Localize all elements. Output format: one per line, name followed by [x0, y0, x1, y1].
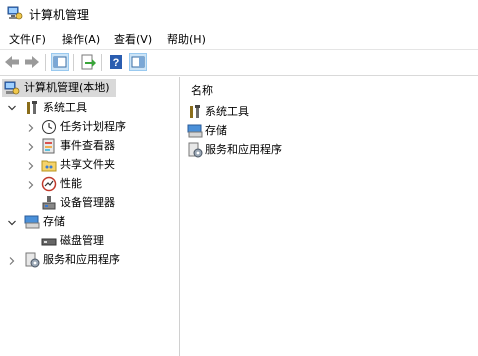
tree-item-label: 任务计划程序 — [60, 120, 126, 133]
tree-item-label: 共享文件夹 — [60, 158, 115, 171]
tree-item-shared-folders[interactable]: 共享文件夹 — [40, 156, 170, 174]
clock-icon — [41, 119, 57, 135]
tree-item-computer-management-local[interactable]: 计算机管理(本地) — [2, 79, 116, 97]
tree-item-services-apps[interactable]: 服务和应用程序 — [22, 251, 152, 269]
list-item-services-apps[interactable]: 服务和应用程序 — [187, 141, 327, 159]
chevron-right-icon[interactable] — [26, 180, 36, 190]
computer-management-icon — [7, 5, 23, 21]
tree-item-label: 服务和应用程序 — [43, 253, 120, 266]
toolbar-separator — [101, 54, 102, 71]
svg-text:?: ? — [113, 57, 120, 69]
chevron-down-icon[interactable] — [7, 218, 17, 228]
tree-item-label: 系统工具 — [43, 101, 87, 114]
chevron-right-icon[interactable] — [26, 161, 36, 171]
toolbar-separator — [45, 54, 46, 71]
chevron-down-icon[interactable] — [7, 103, 17, 113]
tree-item-task-scheduler[interactable]: 任务计划程序 — [40, 118, 170, 136]
help-icon[interactable]: ? — [107, 53, 125, 71]
services-icon — [187, 142, 203, 158]
tree-item-label: 事件查看器 — [60, 139, 115, 152]
export-list-icon[interactable] — [79, 53, 97, 71]
tree-item-storage[interactable]: 存储 — [22, 213, 142, 231]
title-bar: 计算机管理 — [0, 0, 478, 26]
list-item-storage[interactable]: 存储 — [187, 122, 307, 140]
tree-item-system-tools[interactable]: 系统工具 — [22, 99, 142, 117]
toolbar: ? — [0, 49, 478, 76]
menu-bar: 文件(F) 操作(A) 查看(V) 帮助(H) — [0, 28, 478, 48]
column-header-name[interactable]: 名称 — [191, 82, 213, 98]
tree-item-label: 存储 — [43, 215, 65, 228]
chevron-right-icon[interactable] — [7, 256, 17, 266]
performance-icon — [41, 176, 57, 192]
list-item-system-tools[interactable]: 系统工具 — [187, 103, 307, 121]
menu-file[interactable]: 文件(F) — [9, 31, 46, 47]
list-item-label: 系统工具 — [205, 105, 249, 118]
device-manager-icon — [41, 195, 57, 211]
tree-item-event-viewer[interactable]: 事件查看器 — [40, 137, 170, 155]
menu-view[interactable]: 查看(V) — [114, 31, 152, 47]
tree-item-performance[interactable]: 性能 — [40, 175, 170, 193]
shared-folder-icon — [41, 157, 57, 173]
disk-icon — [41, 233, 57, 249]
services-icon — [24, 252, 40, 268]
tree-item-label: 设备管理器 — [60, 196, 115, 209]
toolbar-separator — [73, 54, 74, 71]
back-arrow-icon[interactable] — [3, 53, 21, 71]
tools-icon — [187, 104, 203, 120]
computer-management-icon — [4, 80, 20, 96]
tree-item-disk-management[interactable]: 磁盘管理 — [40, 232, 170, 250]
window-title: 计算机管理 — [29, 8, 90, 22]
console-tree[interactable]: 计算机管理(本地) 系统工具 任务计划程序 事件查看器 共享文件夹 性能 设备管… — [0, 77, 180, 356]
chevron-right-icon[interactable] — [26, 123, 36, 133]
tree-item-device-manager[interactable]: 设备管理器 — [40, 194, 170, 212]
tree-item-label: 磁盘管理 — [60, 234, 104, 247]
show-action-pane-icon[interactable] — [129, 53, 147, 71]
forward-arrow-icon[interactable] — [23, 53, 41, 71]
list-item-label: 服务和应用程序 — [205, 143, 282, 156]
tree-item-label: 性能 — [60, 177, 82, 190]
tools-icon — [24, 100, 40, 116]
chevron-right-icon[interactable] — [26, 142, 36, 152]
tree-item-label: 计算机管理(本地) — [24, 81, 110, 94]
menu-action[interactable]: 操作(A) — [62, 31, 100, 47]
storage-icon — [187, 123, 203, 139]
event-viewer-icon — [41, 138, 57, 154]
storage-icon — [24, 214, 40, 230]
results-pane[interactable]: 名称 系统工具 存储 服务和应用程序 — [180, 77, 478, 356]
list-item-label: 存储 — [205, 124, 227, 137]
show-hide-console-tree-icon[interactable] — [51, 53, 69, 71]
menu-help[interactable]: 帮助(H) — [167, 31, 206, 47]
